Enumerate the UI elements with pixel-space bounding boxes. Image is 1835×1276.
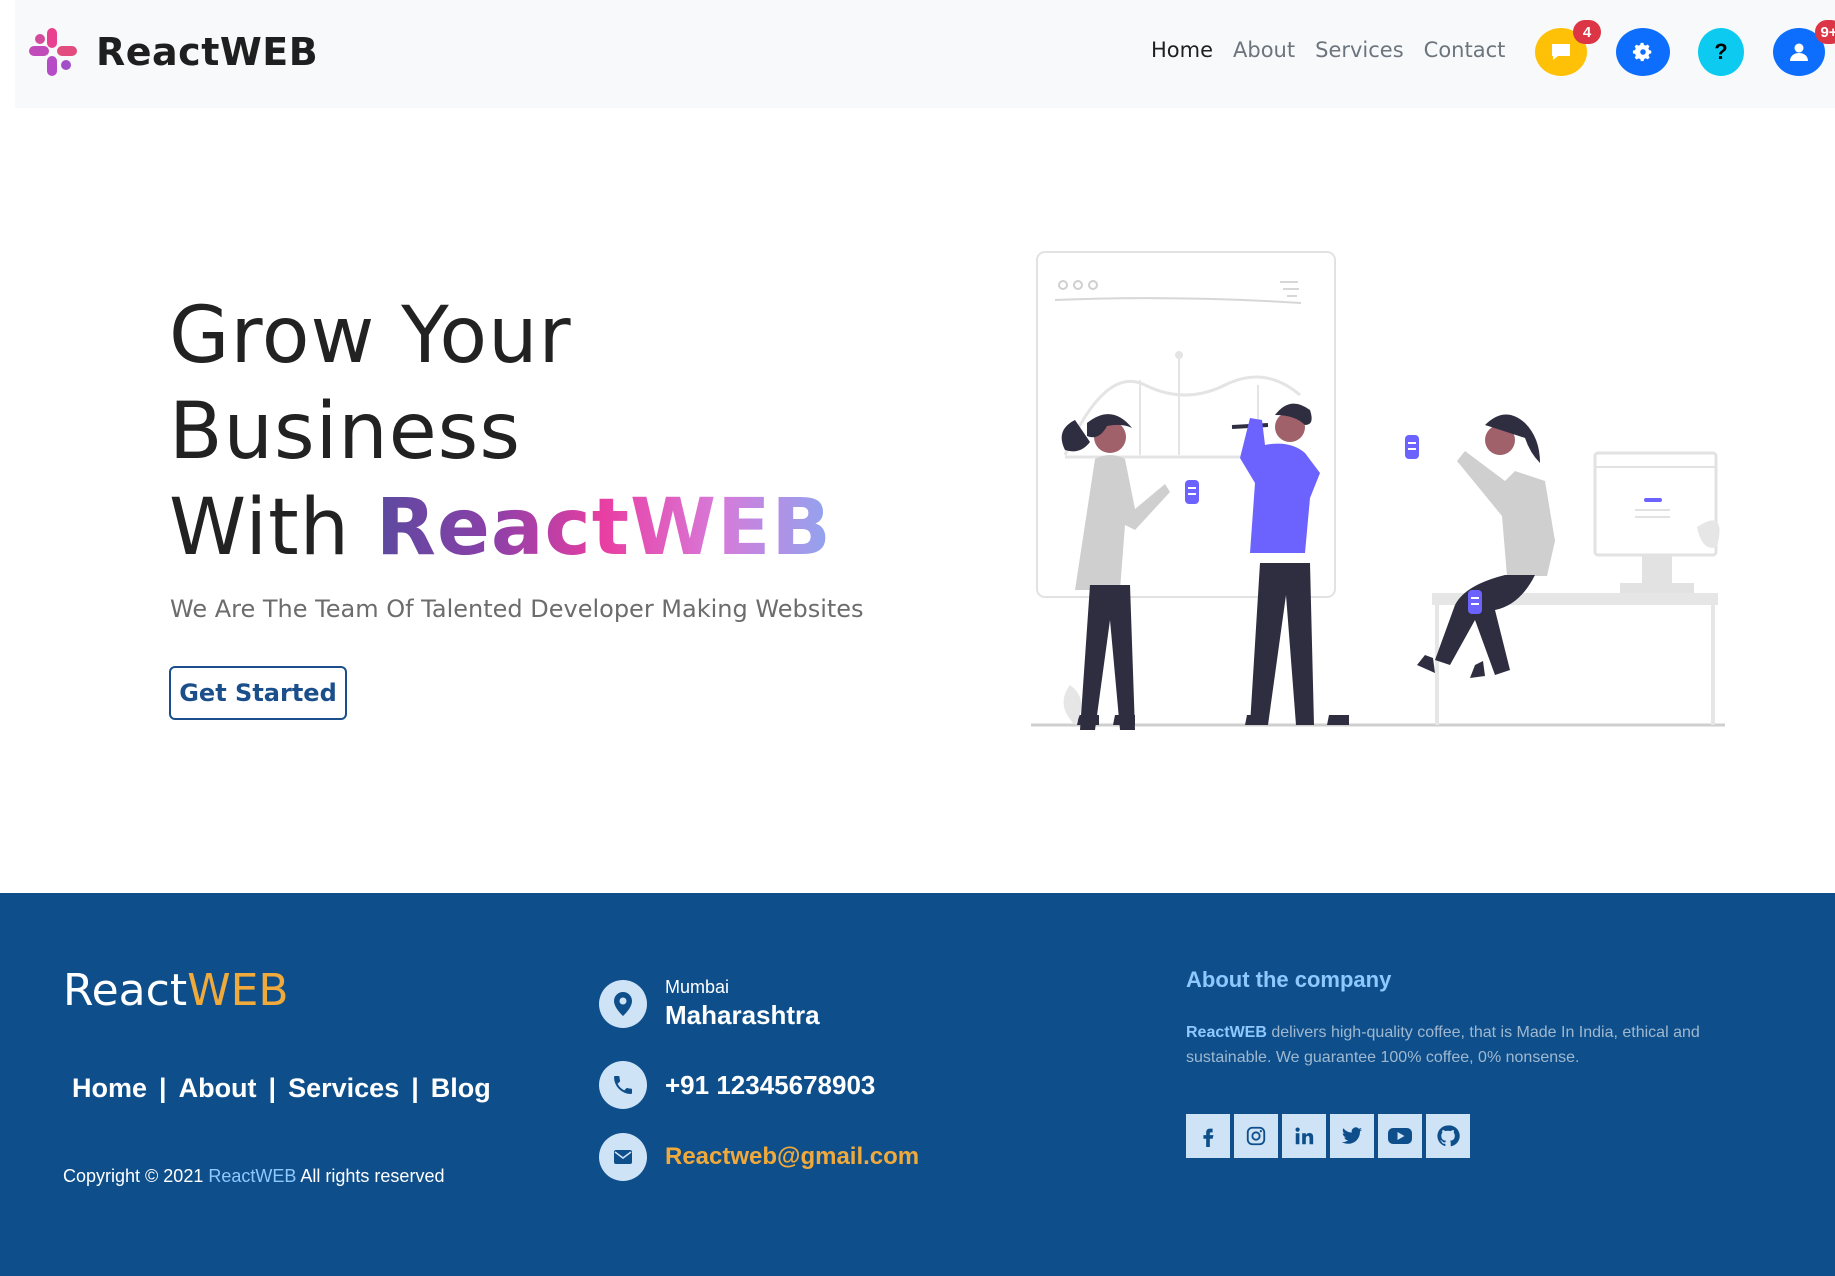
contact-email: Reactweb@gmail.com xyxy=(599,1133,919,1181)
message-count-badge: 4 xyxy=(1573,20,1601,44)
brand[interactable]: ReactWEB xyxy=(29,28,318,76)
contact-phone-number[interactable]: +91 12345678903 xyxy=(665,1070,875,1101)
footer-links: Home | About | Services | Blog xyxy=(72,1073,491,1104)
settings-button[interactable] xyxy=(1616,28,1670,76)
contact-address: Mumbai Maharashtra xyxy=(599,977,820,1031)
profile-button[interactable]: 9+ xyxy=(1773,20,1835,76)
footer-link-separator: | xyxy=(159,1073,167,1103)
contact-city: Mumbai xyxy=(665,977,730,997)
footer-brand[interactable]: ReactWEB xyxy=(63,965,289,1016)
footer-link-about[interactable]: About xyxy=(179,1073,257,1104)
github-icon xyxy=(1437,1125,1460,1147)
github-link[interactable] xyxy=(1426,1114,1470,1158)
contact-email-address[interactable]: Reactweb@gmail.com xyxy=(665,1143,919,1171)
footer-link-separator: | xyxy=(411,1073,419,1103)
linkedin-icon xyxy=(1295,1127,1314,1145)
phone-icon xyxy=(599,1061,647,1109)
footer-brand-part-1: React xyxy=(63,965,188,1016)
get-started-button[interactable]: Get Started xyxy=(169,666,347,720)
hero-title-line-1: Grow Your xyxy=(169,291,572,381)
hero-title-line-2: Business xyxy=(169,387,521,477)
instagram-link[interactable] xyxy=(1234,1114,1278,1158)
youtube-link[interactable] xyxy=(1378,1114,1422,1158)
footer-link-separator: | xyxy=(268,1073,277,1103)
facebook-link[interactable] xyxy=(1186,1114,1230,1158)
nav-link-contact[interactable]: Contact xyxy=(1424,38,1506,62)
footer: ReactWEB Home | About | Services | Blog … xyxy=(0,893,1835,1276)
copyright-brand[interactable]: ReactWEB xyxy=(208,1166,296,1186)
footer-brand-part-2: WEB xyxy=(187,965,289,1016)
contact-phone: +91 12345678903 xyxy=(599,1061,875,1109)
navbar: ReactWEB Home About Services Contact 4 ?… xyxy=(15,0,1835,108)
about-brand: ReactWEB xyxy=(1186,1024,1267,1041)
question-icon: ? xyxy=(1714,39,1728,64)
contact-state: Maharashtra xyxy=(665,1000,820,1030)
hero-title: Grow Your Business With ReactWEB xyxy=(169,288,832,576)
envelope-icon xyxy=(599,1133,647,1181)
twitter-icon xyxy=(1341,1127,1363,1144)
facebook-icon xyxy=(1203,1128,1214,1147)
notification-count-badge: 9+ xyxy=(1815,20,1835,44)
social-links xyxy=(1186,1114,1470,1158)
gear-icon xyxy=(1632,42,1652,62)
nav-links: Home About Services Contact xyxy=(1151,38,1505,62)
copyright: Copyright © 2021 ReactWEB All rights res… xyxy=(63,1166,444,1187)
hero-subtitle: We Are The Team Of Talented Developer Ma… xyxy=(170,595,864,623)
footer-link-home[interactable]: Home xyxy=(72,1073,147,1104)
about-text: ReactWEB delivers high-quality coffee, t… xyxy=(1186,1020,1706,1070)
youtube-icon xyxy=(1388,1128,1412,1144)
twitter-link[interactable] xyxy=(1330,1114,1374,1158)
copyright-prefix: Copyright © 2021 xyxy=(63,1166,204,1186)
instagram-icon xyxy=(1246,1126,1266,1146)
nav-link-home[interactable]: Home xyxy=(1151,38,1213,62)
help-button[interactable]: ? xyxy=(1698,28,1744,76)
hero-title-brand: ReactWEB xyxy=(375,483,832,573)
message-icon xyxy=(1552,44,1570,60)
copyright-suffix: All rights reserved xyxy=(300,1166,445,1186)
hero-title-line-3-prefix: With xyxy=(169,483,351,573)
location-icon xyxy=(599,980,647,1028)
linkedin-link[interactable] xyxy=(1282,1114,1326,1158)
nav-link-services[interactable]: Services xyxy=(1315,38,1404,62)
about-heading: About the company xyxy=(1186,967,1392,992)
messages-button[interactable]: 4 xyxy=(1535,20,1601,76)
user-icon xyxy=(1790,43,1808,61)
footer-link-services[interactable]: Services xyxy=(288,1073,399,1104)
nav-link-about[interactable]: About xyxy=(1233,38,1295,62)
footer-link-blog[interactable]: Blog xyxy=(431,1073,491,1104)
brand-name: ReactWEB xyxy=(96,30,319,74)
slack-like-logo-icon xyxy=(29,28,77,76)
team-illustration xyxy=(1031,251,1725,730)
